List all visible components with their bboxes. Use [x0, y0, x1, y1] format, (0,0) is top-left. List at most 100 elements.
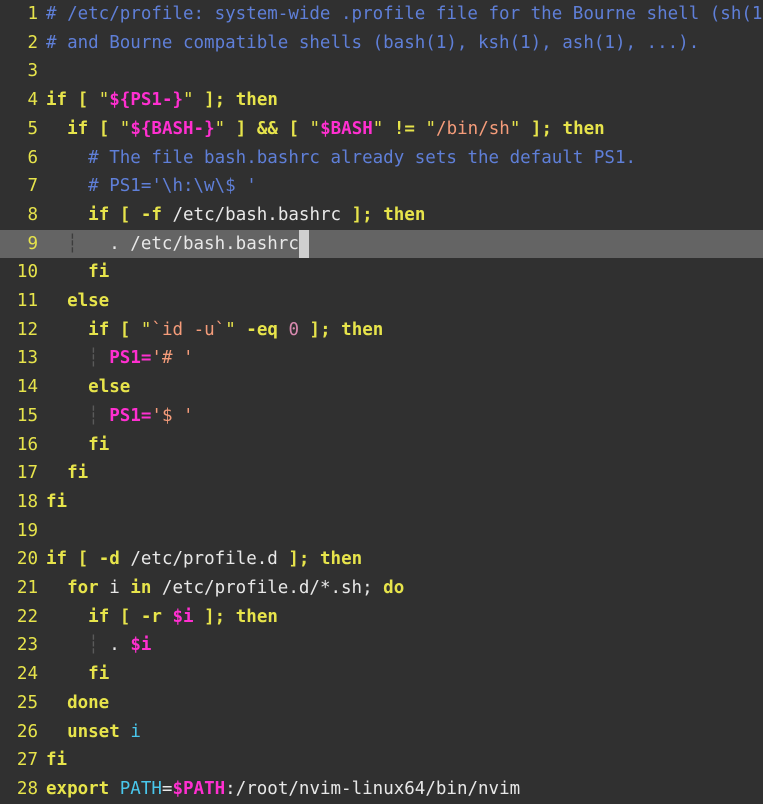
code-token: ": [309, 118, 321, 139]
code-line-content[interactable]: unset i: [46, 718, 763, 747]
code-line-content[interactable]: # PS1='\h:\w\$ ': [46, 172, 763, 201]
code-token: :/root/nvim-linux64/bin/nvim: [225, 778, 521, 799]
code-line[interactable]: 16 fi: [0, 431, 763, 460]
code-line-content[interactable]: if [ -f /etc/bash.bashrc ]; then: [46, 201, 763, 230]
code-line-content[interactable]: done: [46, 689, 763, 718]
code-line-content[interactable]: for i in /etc/profile.d/*.sh; do: [46, 574, 763, 603]
code-token: ];: [204, 90, 226, 111]
code-line-content[interactable]: if [ "${BASH-}" ] && [ "$BASH" != "/bin/…: [46, 115, 763, 144]
code-line-content[interactable]: fi: [46, 258, 763, 287]
text-cursor[interactable]: [298, 229, 310, 259]
line-number: 9: [27, 233, 38, 254]
code-line[interactable]: 19: [0, 517, 763, 546]
code-line-content[interactable]: if [ "`id -u`" -eq 0 ]; then: [46, 316, 763, 345]
code-line-content[interactable]: # /etc/profile: system-wide .profile fil…: [46, 0, 763, 29]
code-line[interactable]: 25 done: [0, 689, 763, 718]
code-line-content[interactable]: # The file bash.bashrc already sets the …: [46, 144, 763, 173]
line-number: 5: [27, 118, 38, 139]
code-token: /etc/profile.d: [119, 549, 289, 570]
code-token: ": [214, 118, 226, 139]
code-token: $i: [130, 635, 152, 656]
code-line[interactable]: 1 # /etc/profile: system-wide .profile fi…: [0, 0, 763, 29]
code-line-content[interactable]: [46, 517, 763, 546]
code-token: # and Bourne compatible shells (bash(1),…: [46, 32, 700, 53]
code-line[interactable]: 14 else: [0, 373, 763, 402]
code-token: fi: [46, 491, 68, 512]
code-line[interactable]: 13 ┆ PS1='# ': [0, 344, 763, 373]
code-line-content[interactable]: export PATH=$PATH:/root/nvim-linux64/bin…: [46, 775, 763, 804]
code-line[interactable]: 26 unset i: [0, 718, 763, 747]
code-line-content[interactable]: fi: [46, 459, 763, 488]
code-line[interactable]: 12 if [ "`id -u`" -eq 0 ]; then: [0, 316, 763, 345]
code-line[interactable]: 18 fi: [0, 488, 763, 517]
code-token: [: [77, 90, 89, 111]
code-token: `id -u`: [151, 319, 226, 340]
code-token: 0: [288, 319, 299, 340]
code-token: ];: [204, 606, 226, 627]
code-line-content[interactable]: ┆ PS1='$ ': [46, 402, 763, 431]
code-line[interactable]: 5 if [ "${BASH-}" ] && [ "$BASH" != "/bi…: [0, 115, 763, 144]
code-line-content[interactable]: if [ "${PS1-}" ]; then: [46, 86, 763, 115]
line-number: 28: [16, 778, 38, 799]
code-token: do: [383, 578, 405, 599]
code-line[interactable]: 17 fi: [0, 459, 763, 488]
code-editor-viewport[interactable]: 1 # /etc/profile: system-wide .profile fi…: [0, 0, 763, 804]
code-token: fi: [88, 664, 110, 685]
code-line[interactable]: 15 ┆ PS1='$ ': [0, 402, 763, 431]
code-token: if: [88, 319, 110, 340]
code-line[interactable]: 22 if [ -r $i ]; then: [0, 603, 763, 632]
code-line[interactable]: 4 if [ "${PS1-}" ]; then: [0, 86, 763, 115]
code-line[interactable]: 11 else: [0, 287, 763, 316]
code-line-content[interactable]: fi: [46, 431, 763, 460]
code-line[interactable]: 3: [0, 57, 763, 86]
code-line-content[interactable]: if [ -d /etc/profile.d ]; then: [46, 545, 763, 574]
line-number: 19: [16, 520, 38, 541]
code-line[interactable]: 8 if [ -f /etc/bash.bashrc ]; then: [0, 201, 763, 230]
code-token: # /etc/profile: system-wide .profile fil…: [46, 4, 763, 24]
code-token: ": [98, 90, 110, 111]
code-line[interactable]: 7 # PS1='\h:\w\$ ': [0, 172, 763, 201]
code-line[interactable]: 27 fi: [0, 746, 763, 775]
code-line-content[interactable]: else: [46, 287, 763, 316]
code-line[interactable]: 28 export PATH=$PATH:/root/nvim-linux64/b…: [0, 775, 763, 804]
code-line[interactable]: 6 # The file bash.bashrc already sets th…: [0, 144, 763, 173]
code-line-content[interactable]: [46, 57, 763, 86]
code-line-content[interactable]: ┆ . $i: [46, 631, 763, 660]
code-token: [: [77, 549, 89, 570]
code-line-content[interactable]: # and Bourne compatible shells (bash(1),…: [46, 29, 763, 58]
code-line[interactable]: 20 if [ -d /etc/profile.d ]; then: [0, 545, 763, 574]
code-line-content[interactable]: fi: [46, 488, 763, 517]
code-token: $BASH: [320, 118, 373, 139]
code-line[interactable]: 10 fi: [0, 258, 763, 287]
code-line[interactable]: 23 ┆ . $i: [0, 631, 763, 660]
code-token: $i: [172, 606, 194, 627]
code-line-content[interactable]: ┆ PS1='# ': [46, 344, 763, 373]
code-line-content[interactable]: if [ -r $i ]; then: [46, 603, 763, 632]
code-line[interactable]: 21 for i in /etc/profile.d/*.sh; do: [0, 574, 763, 603]
code-line-content[interactable]: fi: [46, 660, 763, 689]
code-token: . /etc/bash.bashrc: [77, 233, 299, 254]
code-line[interactable]: 2 # and Bourne compatible shells (bash(1)…: [0, 29, 763, 58]
code-token: ┆: [88, 405, 99, 426]
code-line-content[interactable]: fi: [46, 746, 763, 775]
code-token: fi: [46, 750, 68, 771]
code-line-content[interactable]: else: [46, 373, 763, 402]
code-line-current[interactable]: 9 ┆ . /etc/bash.bashrc: [0, 229, 763, 259]
code-line-content[interactable]: ┆ . /etc/bash.bashrc: [46, 229, 763, 259]
code-line[interactable]: 24 fi: [0, 660, 763, 689]
